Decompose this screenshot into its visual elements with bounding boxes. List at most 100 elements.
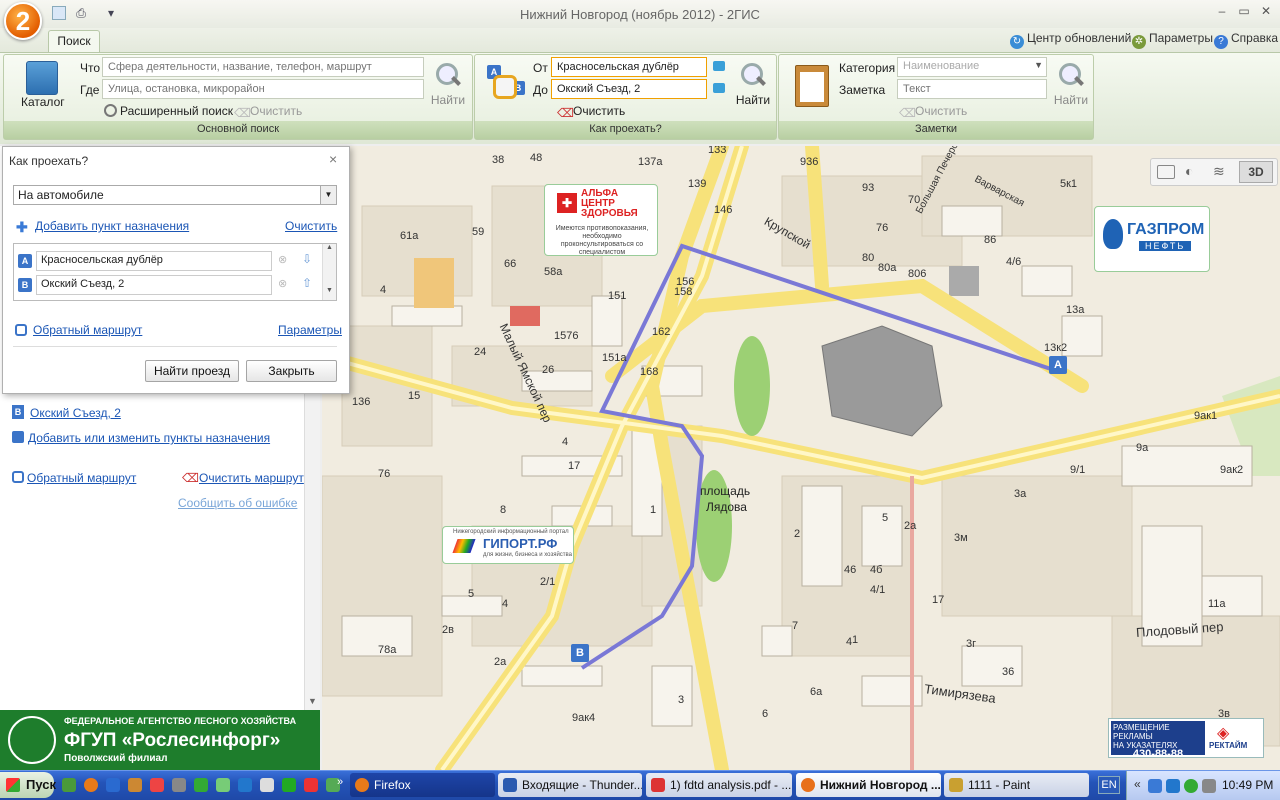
- close-icon[interactable]: ✕: [1256, 4, 1276, 22]
- find-button[interactable]: Найти: [428, 61, 468, 107]
- magnifier-icon: [738, 61, 768, 91]
- house-number: 3: [678, 694, 685, 706]
- quicklaunch-icon[interactable]: [304, 778, 318, 792]
- clear-search-button[interactable]: ⌫Очистить: [234, 104, 303, 120]
- from-input[interactable]: [551, 57, 707, 77]
- move-up-icon[interactable]: ⇧: [302, 276, 312, 290]
- task-2gis[interactable]: Нижний Новгород ...: [796, 773, 941, 797]
- transport-mode-select[interactable]: На автомобиле ▼: [13, 185, 337, 205]
- house-number: 139: [688, 178, 707, 190]
- layers-icon[interactable]: ≋: [1213, 163, 1231, 181]
- edit-points-link[interactable]: Добавить или изменить пункты назначения: [28, 431, 270, 445]
- add-destination-link[interactable]: Добавить пункт назначения: [35, 219, 189, 233]
- tray-icon[interactable]: [1184, 779, 1198, 793]
- rosleinforg-ad[interactable]: ФЕДЕРАЛЬНОЕ АГЕНТСТВО ЛЕСНОГО ХОЗЯЙСТВА …: [0, 710, 320, 770]
- clear-link[interactable]: Очистить: [285, 219, 337, 233]
- clear-notes-button[interactable]: ⌫Очистить: [899, 104, 967, 120]
- quicklaunch-icon[interactable]: [238, 778, 252, 792]
- reverse-route-icon: [12, 471, 24, 483]
- advanced-search-button[interactable]: Расширенный поиск: [104, 104, 233, 118]
- notes-find-button[interactable]: Найти: [1051, 61, 1091, 107]
- category-select[interactable]: Наименование ▼: [897, 57, 1047, 77]
- reverse-route-link[interactable]: Обратный маршрут: [27, 471, 136, 485]
- edit-points-icon: [12, 431, 24, 443]
- quicklaunch-icon[interactable]: [216, 778, 230, 792]
- what-input[interactable]: [102, 57, 424, 77]
- start-button[interactable]: Пуск: [0, 772, 56, 798]
- catalog-button[interactable]: Каталог: [21, 95, 65, 109]
- quicklaunch-icon[interactable]: [172, 778, 186, 792]
- house-number: 7: [792, 620, 799, 632]
- firefox-icon[interactable]: [84, 778, 98, 792]
- rektaim-ad[interactable]: РАЗМЕЩЕНИЕ РЕКЛАМЫ НА УКАЗАТЕЛЯХ 430-88-88…: [1108, 718, 1264, 760]
- clear-route-button[interactable]: ⌫Очистить: [557, 104, 625, 120]
- to-input[interactable]: [551, 79, 707, 99]
- app-logo[interactable]: 2: [4, 2, 42, 40]
- task-paint[interactable]: 1111 - Paint: [944, 773, 1089, 797]
- to-marker-icon[interactable]: [713, 83, 725, 93]
- tray-expand-icon[interactable]: «: [1134, 777, 1141, 791]
- maximize-icon[interactable]: ▭: [1234, 4, 1254, 22]
- remove-point-icon[interactable]: ⊗: [278, 277, 287, 290]
- clear-route-link[interactable]: Очистить маршрут: [199, 471, 304, 485]
- ruler-icon[interactable]: [1157, 165, 1175, 179]
- reverse-route-link[interactable]: Обратный маршрут: [33, 323, 142, 337]
- point-b-link[interactable]: Окский Съезд, 2: [30, 406, 121, 420]
- scroll-down-icon[interactable]: ▼: [323, 287, 336, 294]
- help-link[interactable]: ? Справка: [1214, 31, 1278, 49]
- alfa-ad-callout[interactable]: ✚ АЛЬФА ЦЕНТР ЗДОРОВЬЯ Имеются противопока…: [544, 184, 658, 256]
- find-route-button[interactable]: Найти проезд: [145, 360, 239, 382]
- quicklaunch-icon[interactable]: [128, 778, 142, 792]
- network-icon[interactable]: [1148, 779, 1162, 793]
- route-params-link[interactable]: Параметры: [278, 323, 342, 337]
- gazprom-ad-callout[interactable]: ГАЗПРОМ НЕФТЬ: [1094, 206, 1210, 272]
- task-pdf[interactable]: 1) fdtd analysis.pdf - ...: [646, 773, 792, 797]
- scroll-down-icon[interactable]: ▼: [308, 696, 317, 706]
- quicklaunch-icon[interactable]: [282, 778, 296, 792]
- scroll-up-icon[interactable]: ▲: [323, 244, 336, 251]
- point-b-field[interactable]: Окский Съезд, 2: [36, 275, 272, 295]
- dialog-close-icon[interactable]: ×: [329, 151, 337, 167]
- notes-find-label: Найти: [1053, 93, 1089, 107]
- compass-icon[interactable]: ◐: [1185, 163, 1203, 181]
- points-scrollbar[interactable]: ▲ ▼: [322, 244, 336, 300]
- updates-link[interactable]: ↻ Центр обновлений: [1010, 31, 1131, 49]
- tray-icon[interactable]: [1202, 779, 1216, 793]
- pdf-icon: [651, 778, 665, 792]
- task-firefox[interactable]: Firefox: [350, 773, 495, 797]
- params-link[interactable]: ✲ Параметры: [1132, 31, 1213, 49]
- reverse-route-icon: [15, 324, 27, 336]
- map-view[interactable]: 38 48 137а 133 139 146 936 93 70 5к1 61а…: [322, 146, 1280, 770]
- gear-icon: ✲: [1132, 35, 1146, 49]
- from-marker-icon[interactable]: [713, 61, 725, 71]
- where-input[interactable]: [102, 79, 424, 99]
- route-marker-b[interactable]: B: [571, 644, 589, 662]
- quicklaunch-icon[interactable]: [194, 778, 208, 792]
- quicklaunch-icon[interactable]: [150, 778, 164, 792]
- report-error-link[interactable]: Сообщить об ошибке: [178, 496, 297, 510]
- route-find-button[interactable]: Найти: [733, 61, 773, 107]
- language-indicator[interactable]: EN: [1098, 776, 1120, 794]
- eraser-icon: ⌫: [557, 106, 574, 120]
- point-a-field[interactable]: Красносельская дублёр: [36, 251, 272, 271]
- close-button[interactable]: Закрыть: [246, 360, 337, 382]
- task-thunderbird[interactable]: Входящие - Thunder...: [498, 773, 642, 797]
- 3d-toggle-button[interactable]: 3D: [1239, 161, 1273, 183]
- move-down-icon[interactable]: ⇩: [302, 252, 312, 266]
- quicklaunch-icon[interactable]: [62, 778, 76, 792]
- house-number: 1: [650, 504, 657, 516]
- giport-ad-callout[interactable]: Нижегородский информационный портал ГИПО…: [442, 526, 574, 564]
- house-number: 8: [500, 504, 507, 516]
- note-input[interactable]: [897, 79, 1047, 99]
- quicklaunch-icon[interactable]: [106, 778, 120, 792]
- remove-point-icon[interactable]: ⊗: [278, 253, 287, 266]
- tab-search[interactable]: Поиск: [48, 30, 100, 52]
- house-number: 17: [932, 594, 945, 606]
- minimize-icon[interactable]: –: [1212, 4, 1232, 22]
- tray-icon[interactable]: [1166, 779, 1180, 793]
- quicklaunch-icon[interactable]: [260, 778, 274, 792]
- more-icon[interactable]: »: [337, 776, 343, 788]
- clear-search-label: Очистить: [250, 104, 303, 118]
- route-marker-a[interactable]: A: [1049, 356, 1067, 374]
- house-number: 1: [852, 634, 859, 646]
